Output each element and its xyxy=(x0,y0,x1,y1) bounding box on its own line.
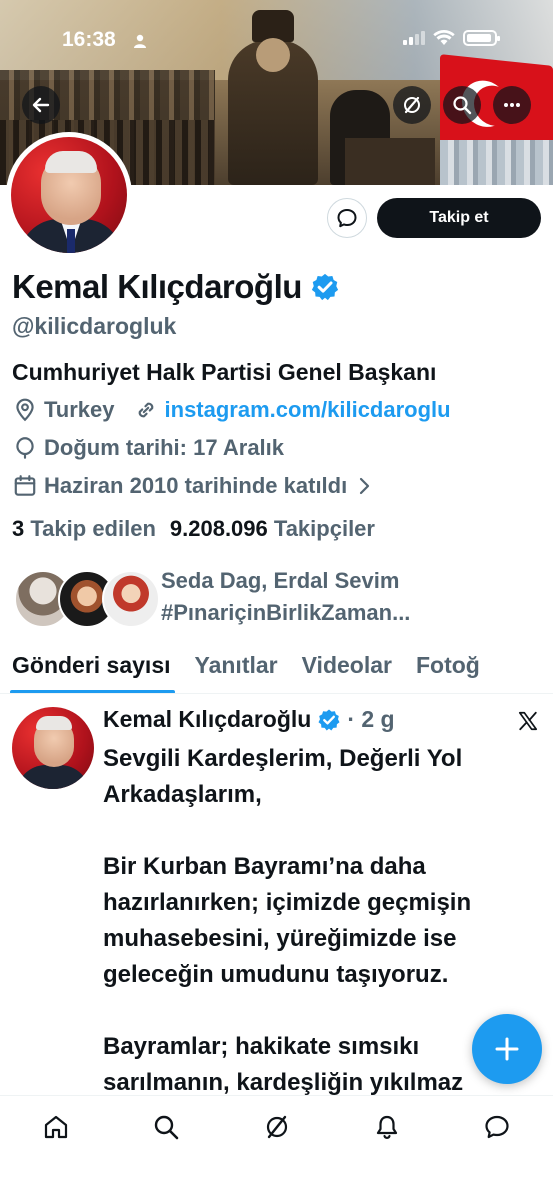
profile-joined: Haziran 2010 tarihinde katıldı xyxy=(44,473,348,498)
banner-figure-face xyxy=(256,38,290,72)
messages-icon[interactable] xyxy=(483,1113,511,1141)
followers-link[interactable]: 9.208.096 Takipçiler xyxy=(170,516,375,542)
home-icon[interactable] xyxy=(42,1113,70,1141)
calendar-icon xyxy=(14,475,36,496)
person-icon xyxy=(134,34,146,48)
compose-button[interactable] xyxy=(472,1014,542,1084)
chevron-right-icon xyxy=(360,477,370,495)
followers-you-know-avatars[interactable] xyxy=(14,570,160,628)
status-indicators xyxy=(403,30,500,46)
grok-icon xyxy=(404,96,420,114)
follow-button[interactable]: Takip et xyxy=(377,198,541,238)
compose-plus-icon xyxy=(495,1037,519,1061)
status-time: 16:38 xyxy=(62,28,116,51)
more-icon xyxy=(504,103,520,107)
following-link[interactable]: 3 Takip edilen xyxy=(12,516,156,542)
x-logo-icon[interactable] xyxy=(517,710,539,732)
profile-location: Turkey xyxy=(44,397,115,422)
notifications-icon[interactable] xyxy=(373,1113,401,1141)
followers-you-know-text[interactable]: Seda Dag, Erdal Sevim #PınariçinBirlikZa… xyxy=(161,565,461,629)
tweet-author-name[interactable]: Kemal Kılıçdaroğlu xyxy=(103,706,311,733)
search-button[interactable] xyxy=(443,86,481,124)
tweet-text[interactable]: Sevgili Kardeşlerim, Değerli Yol Arkadaş… xyxy=(103,741,533,1101)
back-arrow-icon xyxy=(32,97,50,113)
birthday-icon xyxy=(16,437,34,459)
following-count: 3 xyxy=(12,516,25,541)
verified-badge-icon[interactable] xyxy=(310,272,340,302)
follow-counts: 3 Takip edilen 9.208.096 Takipçiler xyxy=(12,516,375,542)
tweet-timestamp: · 2 g xyxy=(347,706,395,732)
battery-icon xyxy=(463,30,500,46)
tab-photos[interactable]: Fotoğ xyxy=(404,640,492,693)
followers-label: Takipçiler xyxy=(273,516,375,541)
profile-name-row: Kemal Kılıçdaroğlu xyxy=(12,268,340,306)
profile-birthday: Doğum tarihi: 17 Aralık xyxy=(44,435,285,460)
back-button[interactable] xyxy=(22,86,60,124)
followers-count: 9.208.096 xyxy=(169,516,268,541)
tab-videos[interactable]: Videolar xyxy=(290,640,404,693)
grok-button[interactable] xyxy=(393,86,431,124)
message-icon xyxy=(337,209,357,228)
tab-replies[interactable]: Yanıtlar xyxy=(183,640,290,693)
profile-handle: @kilicdarogluk xyxy=(12,313,177,339)
grok-nav-icon[interactable] xyxy=(263,1113,291,1141)
wifi-icon xyxy=(433,30,455,45)
banner-city xyxy=(440,140,553,185)
profile-website-link[interactable]: instagram.com/kilicdaroglu xyxy=(165,397,451,423)
tab-posts[interactable]: Gönderi sayısı xyxy=(0,640,183,693)
following-label: Takip edilen xyxy=(30,516,156,541)
profile-tabs: Gönderi sayısı Yanıtlar Videolar Fotoğ xyxy=(0,640,553,694)
tweet-header: Kemal Kılıçdaroğlu · 2 g xyxy=(103,706,395,733)
search-nav-icon[interactable] xyxy=(152,1113,180,1141)
signal-icon xyxy=(403,31,425,45)
search-icon xyxy=(453,96,472,115)
joined-row[interactable]: Haziran 2010 tarihinde katıldı xyxy=(12,473,381,499)
profile-bio: Cumhuriyet Halk Partisi Genel Başkanı xyxy=(12,359,437,385)
profile-avatar[interactable] xyxy=(6,132,132,258)
verified-badge-icon xyxy=(318,709,340,730)
profile-name: Kemal Kılıçdaroğlu xyxy=(12,268,302,305)
more-button[interactable] xyxy=(493,86,531,124)
location-row: Turkey instagram.com/kilicdaroglu xyxy=(12,397,451,423)
avatar xyxy=(102,570,160,628)
tweet-author-avatar[interactable] xyxy=(12,707,94,789)
link-icon xyxy=(138,402,153,418)
message-button[interactable] xyxy=(327,198,367,238)
location-icon xyxy=(16,398,34,422)
avatar-image xyxy=(11,137,127,253)
banner-podium xyxy=(345,138,435,185)
birthday-row: Doğum tarihi: 17 Aralık xyxy=(12,435,284,461)
bottom-navigation xyxy=(0,1095,553,1200)
